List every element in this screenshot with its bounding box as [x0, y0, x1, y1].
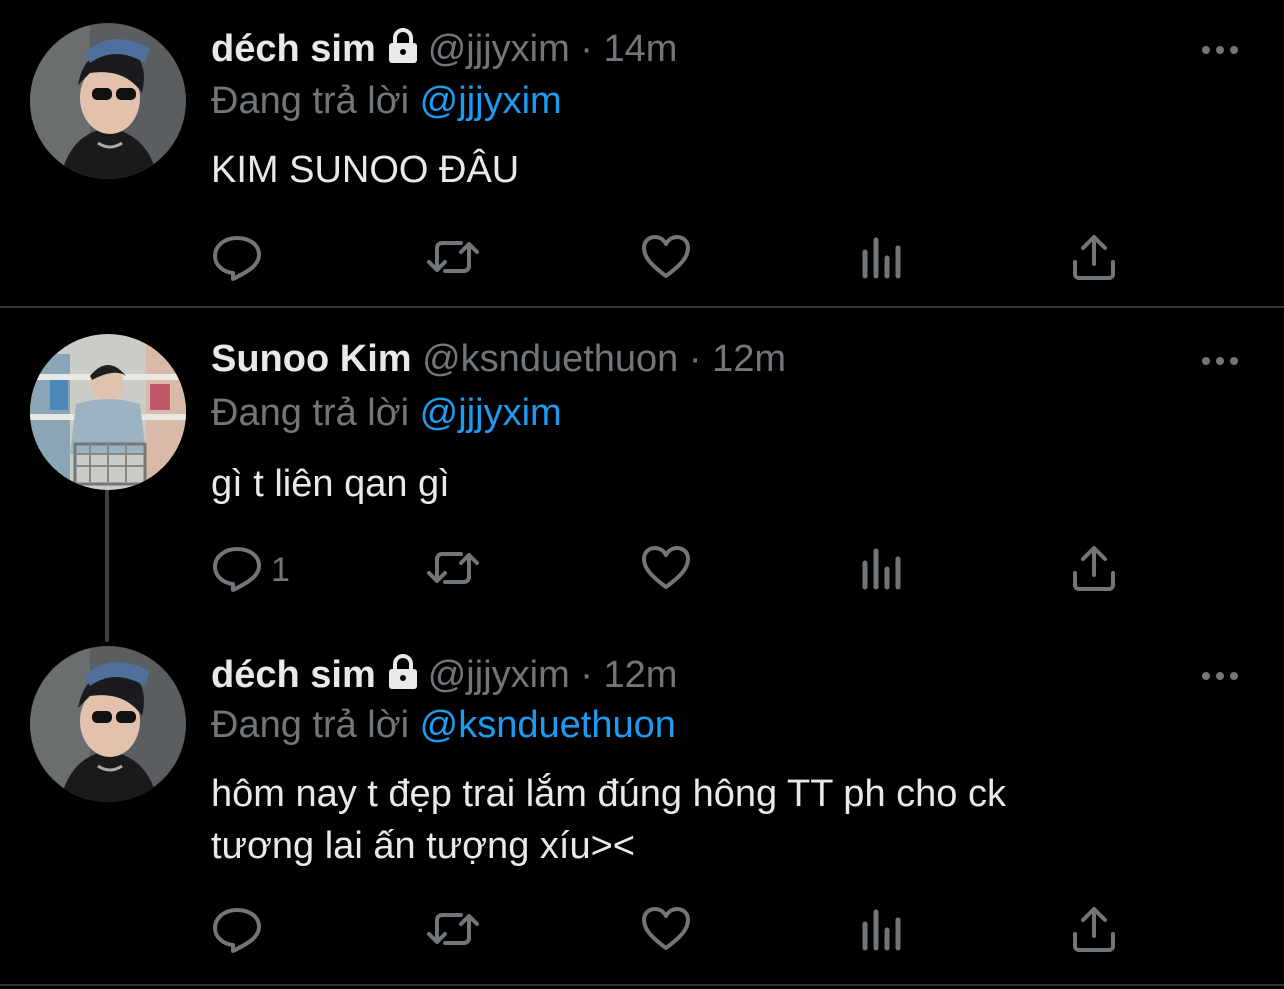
timestamp[interactable]: 14m: [604, 28, 678, 70]
tweet-3[interactable]: déch sim @jjjyxim · 12m Đang trả lời @ksn…: [0, 628, 1284, 989]
share-icon: [1071, 543, 1117, 598]
reply-prefix: Đang trả lời: [211, 392, 410, 434]
avatar[interactable]: [30, 23, 186, 179]
retweet-icon: [425, 232, 481, 287]
action-bar: [211, 234, 1131, 284]
avatar[interactable]: [30, 646, 186, 802]
retweet-icon: [425, 543, 481, 598]
retweet-button[interactable]: [425, 234, 481, 284]
replying-to: Đang trả lời @jjjyxim: [211, 392, 562, 435]
like-button[interactable]: [641, 234, 691, 284]
handle[interactable]: @jjjyxim: [428, 28, 570, 70]
heart-icon: [641, 904, 691, 959]
views-button[interactable]: [859, 234, 903, 284]
retweet-icon: [425, 904, 481, 959]
reply-icon: [211, 232, 263, 287]
reply-mention[interactable]: @jjjyxim: [420, 80, 562, 122]
tweet-text-line: tương lai ấn tượng xíu><: [211, 825, 635, 867]
tweet-text: KIM SUNOO ĐÂU: [211, 149, 520, 191]
like-button[interactable]: [641, 545, 691, 595]
tweet-header: Sunoo Kim @ksnduethuon · 12m: [211, 338, 786, 381]
retweet-button[interactable]: [425, 545, 481, 595]
tweet-header: déch sim @jjjyxim · 12m: [211, 654, 677, 700]
divider: [0, 984, 1284, 986]
display-name[interactable]: déch sim: [211, 654, 376, 696]
reply-button[interactable]: [211, 906, 271, 956]
share-button[interactable]: [1071, 234, 1117, 284]
tweet-text: gì t liên qan gì: [211, 463, 450, 505]
share-icon: [1071, 232, 1117, 287]
tweet-1[interactable]: déch sim @jjjyxim · 14m Đang trả lời @jjj…: [0, 0, 1284, 308]
handle[interactable]: @ksnduethuon: [422, 338, 678, 380]
tweet-text-line: hôm nay t đẹp trai lắm đúng hông TT ph c…: [211, 773, 1006, 815]
lock-icon: [386, 28, 420, 74]
display-name[interactable]: Sunoo Kim: [211, 338, 412, 380]
thread-connector: [105, 490, 109, 642]
timestamp[interactable]: 12m: [712, 338, 786, 380]
avatar[interactable]: [30, 334, 186, 490]
display-name[interactable]: déch sim: [211, 28, 376, 70]
heart-icon: [641, 543, 691, 598]
views-button[interactable]: [859, 906, 903, 956]
share-button[interactable]: [1071, 545, 1117, 595]
share-icon: [1071, 904, 1117, 959]
reply-icon: [211, 543, 263, 598]
more-icon[interactable]: [1198, 666, 1242, 686]
reply-button[interactable]: 1: [211, 545, 290, 595]
views-icon: [859, 543, 903, 598]
more-icon[interactable]: [1198, 351, 1242, 371]
replying-to: Đang trả lời @ksnduethuon: [211, 704, 676, 747]
reply-button[interactable]: [211, 234, 271, 284]
tweet-2[interactable]: Sunoo Kim @ksnduethuon · 12m Đang trả lờ…: [0, 308, 1284, 628]
tweet-text: hôm nay t đẹp trai lắm đúng hông TT ph c…: [211, 768, 1006, 872]
views-icon: [859, 904, 903, 959]
reply-icon: [211, 904, 263, 959]
action-bar: [211, 906, 1131, 956]
handle[interactable]: @jjjyxim: [428, 654, 570, 696]
views-icon: [859, 232, 903, 287]
retweet-button[interactable]: [425, 906, 481, 956]
heart-icon: [641, 232, 691, 287]
separator: ·: [580, 28, 593, 70]
lock-icon: [386, 654, 420, 700]
separator: ·: [580, 654, 593, 696]
replying-to: Đang trả lời @jjjyxim: [211, 80, 562, 123]
timestamp[interactable]: 12m: [604, 654, 678, 696]
views-button[interactable]: [859, 545, 903, 595]
reply-prefix: Đang trả lời: [211, 80, 410, 122]
action-bar: 1: [211, 545, 1131, 595]
like-button[interactable]: [641, 906, 691, 956]
share-button[interactable]: [1071, 906, 1117, 956]
tweet-header: déch sim @jjjyxim · 14m: [211, 28, 677, 74]
reply-prefix: Đang trả lời: [211, 704, 410, 746]
reply-mention[interactable]: @jjjyxim: [420, 392, 562, 434]
more-icon[interactable]: [1198, 40, 1242, 60]
separator: ·: [688, 338, 702, 380]
reply-count: 1: [271, 550, 290, 589]
reply-mention[interactable]: @ksnduethuon: [420, 704, 676, 746]
